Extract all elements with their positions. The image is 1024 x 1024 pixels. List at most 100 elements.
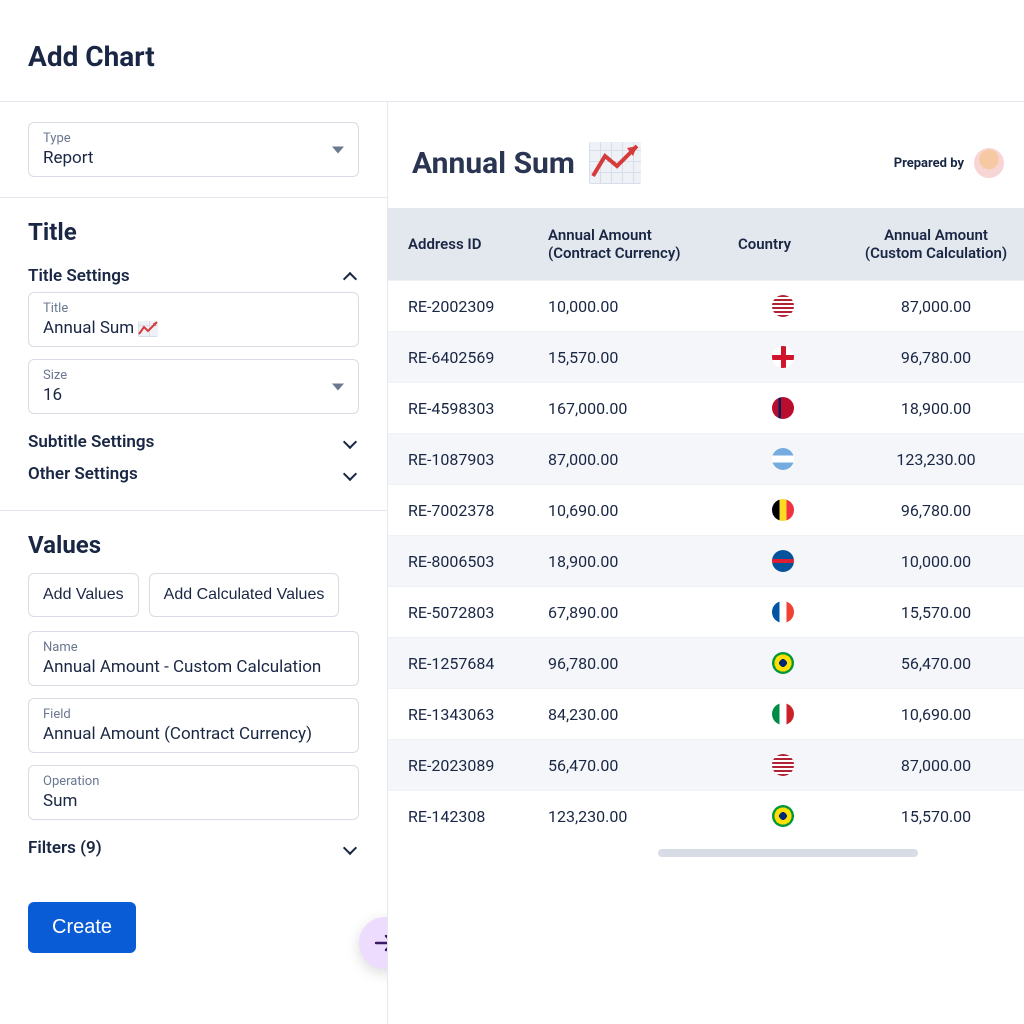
cell-custom-amount: 96,780.00	[838, 485, 1024, 536]
size-value: 16	[43, 385, 344, 405]
col-annual-amount-custom[interactable]: Annual Amount (Custom Calculation)	[838, 208, 1024, 281]
cell-address-id: RE-5072803	[388, 587, 528, 638]
filters-toggle[interactable]: Filters (9)	[28, 832, 359, 864]
col-address-id[interactable]: Address ID	[388, 208, 528, 281]
horizontal-scrollbar[interactable]	[388, 849, 1024, 857]
table-row[interactable]: RE-125768496,780.0056,470.00	[388, 638, 1024, 689]
cell-address-id: RE-1257684	[388, 638, 528, 689]
cell-custom-amount: 96,780.00	[838, 332, 1024, 383]
name-label: Name	[43, 640, 344, 655]
other-settings-toggle[interactable]: Other Settings	[28, 458, 359, 490]
cell-annual-amount: 67,890.00	[528, 587, 718, 638]
chevron-down-icon	[343, 841, 357, 855]
cell-country	[718, 383, 838, 434]
cell-annual-amount: 84,230.00	[528, 689, 718, 740]
table-row[interactable]: RE-507280367,890.00 15,570.00	[388, 587, 1024, 638]
chevron-down-icon	[343, 467, 357, 481]
cell-address-id: RE-2002309	[388, 281, 528, 332]
page-header: Add Chart	[0, 0, 1024, 102]
col-annual-amount-contract[interactable]: Annual Amount (Contract Currency)	[528, 208, 718, 281]
cell-country	[718, 587, 838, 638]
table-row[interactable]: RE-800650318,900.0010,000.00	[388, 536, 1024, 587]
scrollbar-thumb[interactable]	[658, 849, 918, 857]
table-row[interactable]: RE-640256915,570.00 96,780.00	[388, 332, 1024, 383]
cell-country	[718, 434, 838, 485]
flag-icon	[772, 295, 794, 317]
table-row[interactable]: RE-202308956,470.0087,000.00	[388, 740, 1024, 791]
subtitle-settings-label: Subtitle Settings	[28, 432, 154, 452]
cell-address-id: RE-142308	[388, 791, 528, 842]
add-calculated-values-button[interactable]: Add Calculated Values	[149, 573, 340, 617]
table-row[interactable]: RE-134306384,230.0010,690.00	[388, 689, 1024, 740]
chevron-down-icon	[332, 146, 344, 153]
chevron-up-icon	[343, 272, 357, 286]
other-settings-label: Other Settings	[28, 464, 138, 484]
table-row[interactable]: RE-142308123,230.00 15,570.00	[388, 791, 1024, 842]
type-value: Report	[43, 148, 344, 168]
table-row[interactable]: RE-4598303167,000.0018,900.00	[388, 383, 1024, 434]
operation-input[interactable]: Operation Sum	[28, 765, 359, 820]
flag-icon	[772, 754, 794, 776]
subtitle-settings-toggle[interactable]: Subtitle Settings	[28, 426, 359, 458]
cell-custom-amount: 15,570.00	[838, 791, 1024, 842]
avatar[interactable]	[974, 148, 1004, 178]
cell-country	[718, 536, 838, 587]
name-input[interactable]: Name Annual Amount - Custom Calculation	[28, 631, 359, 686]
size-select[interactable]: Size 16	[28, 359, 359, 414]
create-button[interactable]: Create	[28, 902, 136, 953]
config-sidebar: Type Report Title Title Settings Title A…	[0, 102, 388, 1024]
field-label: Field	[43, 707, 344, 722]
field-input[interactable]: Field Annual Amount (Contract Currency)	[28, 698, 359, 753]
size-label: Size	[43, 368, 344, 383]
title-input-value: Annual Sum	[43, 318, 344, 338]
cell-country	[718, 332, 838, 383]
cell-address-id: RE-4598303	[388, 383, 528, 434]
cell-country	[718, 485, 838, 536]
title-input[interactable]: Title Annual Sum	[28, 292, 359, 347]
cell-country	[718, 740, 838, 791]
cell-annual-amount: 56,470.00	[528, 740, 718, 791]
next-fab-button[interactable]	[359, 917, 388, 969]
field-value: Annual Amount (Contract Currency)	[43, 724, 344, 744]
operation-value: Sum	[43, 791, 344, 811]
filters-label: Filters (9)	[28, 838, 102, 858]
prepared-by: Prepared by	[894, 148, 1004, 178]
cell-annual-amount: 123,230.00	[528, 791, 718, 842]
title-input-label: Title	[43, 301, 344, 316]
cell-country	[718, 638, 838, 689]
add-values-button[interactable]: Add Values	[28, 573, 139, 617]
preview-title: Annual Sum	[412, 142, 641, 184]
cell-annual-amount: 10,000.00	[528, 281, 718, 332]
cell-annual-amount: 10,690.00	[528, 485, 718, 536]
title-settings-toggle[interactable]: Title Settings	[28, 260, 359, 292]
preview-pane: Annual Sum Prepared by	[388, 102, 1024, 1024]
cell-custom-amount: 56,470.00	[838, 638, 1024, 689]
name-value: Annual Amount - Custom Calculation	[43, 657, 344, 677]
flag-icon	[772, 805, 794, 827]
flag-icon	[772, 499, 794, 521]
title-section-heading: Title	[28, 218, 359, 246]
chart-line-icon	[138, 321, 158, 337]
cell-custom-amount: 15,570.00	[838, 587, 1024, 638]
table-row[interactable]: RE-700237810,690.00 96,780.00	[388, 485, 1024, 536]
title-settings-label: Title Settings	[28, 266, 130, 286]
cell-custom-amount: 87,000.00	[838, 740, 1024, 791]
cell-address-id: RE-7002378	[388, 485, 528, 536]
cell-custom-amount: 10,000.00	[838, 536, 1024, 587]
cell-address-id: RE-6402569	[388, 332, 528, 383]
cell-address-id: RE-8006503	[388, 536, 528, 587]
flag-icon	[772, 550, 794, 572]
chevron-down-icon	[343, 435, 357, 449]
page-title: Add Chart	[28, 40, 996, 73]
cell-annual-amount: 15,570.00	[528, 332, 718, 383]
cell-country	[718, 281, 838, 332]
arrow-right-icon	[372, 930, 388, 956]
table-row[interactable]: RE-200230910,000.0087,000.00	[388, 281, 1024, 332]
data-table: Address ID Annual Amount (Contract Curre…	[388, 208, 1024, 841]
table-row[interactable]: RE-108790387,000.00123,230.00	[388, 434, 1024, 485]
col-country[interactable]: Country	[718, 208, 838, 281]
type-select[interactable]: Type Report	[28, 122, 359, 177]
cell-country	[718, 689, 838, 740]
flag-icon	[772, 601, 794, 623]
values-section-heading: Values	[28, 531, 359, 559]
